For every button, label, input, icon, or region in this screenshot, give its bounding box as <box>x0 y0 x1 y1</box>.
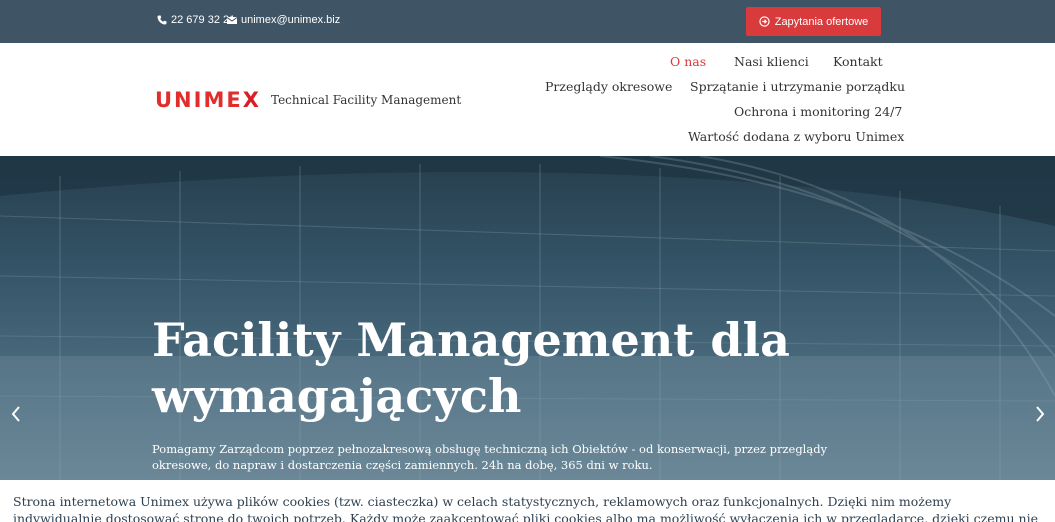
site-tagline: Technical Facility Management <box>271 93 462 107</box>
nav-sprzatanie[interactable]: Sprzątanie i utrzymanie porządku <box>690 79 905 94</box>
slider-prev-button[interactable] <box>6 402 26 426</box>
arrow-circle-right-icon <box>759 16 770 27</box>
nav-wartosc-dodana[interactable]: Wartość dodana z wyboru Unimex <box>688 129 904 144</box>
nav-nasi-klienci[interactable]: Nasi klienci <box>734 54 809 69</box>
nav-przeglady-okresowe[interactable]: Przeglądy okresowe <box>545 79 672 94</box>
top-bar: 22 679 32 21 unimex@unimex.biz Zapytania… <box>0 0 1055 43</box>
phone-icon <box>157 15 167 25</box>
slider-next-button[interactable] <box>1030 402 1050 426</box>
cookie-notice-text: Strona internetowa Unimex używa plików c… <box>13 494 1038 522</box>
cookie-notice: Strona internetowa Unimex używa plików c… <box>0 480 1055 522</box>
hero-slider: Facility Management dla wymagających Pom… <box>0 156 1055 480</box>
hero-description: Pomagamy Zarządcom poprzez pełnozakresow… <box>152 442 828 472</box>
quote-request-button[interactable]: Zapytania ofertowe <box>746 7 881 36</box>
nav-o-nas[interactable]: O nas <box>670 54 706 69</box>
email-address: unimex@unimex.biz <box>241 14 341 26</box>
chevron-left-icon <box>11 406 20 422</box>
site-header: UNIMEX Technical Facility Management O n… <box>0 43 1055 156</box>
envelope-icon <box>227 16 237 24</box>
quote-request-label: Zapytania ofertowe <box>774 15 869 28</box>
nav-kontakt[interactable]: Kontakt <box>833 54 883 69</box>
email-link[interactable]: unimex@unimex.biz <box>227 14 340 26</box>
phone-link[interactable]: 22 679 32 21 <box>157 14 235 26</box>
chevron-right-icon <box>1036 406 1045 422</box>
nav-ochrona-monitoring[interactable]: Ochrona i monitoring 24/7 <box>734 104 902 119</box>
unimex-logo[interactable]: UNIMEX <box>155 88 261 112</box>
hero-title: Facility Management dla wymagających <box>152 313 790 423</box>
phone-number: 22 679 32 21 <box>171 14 236 26</box>
